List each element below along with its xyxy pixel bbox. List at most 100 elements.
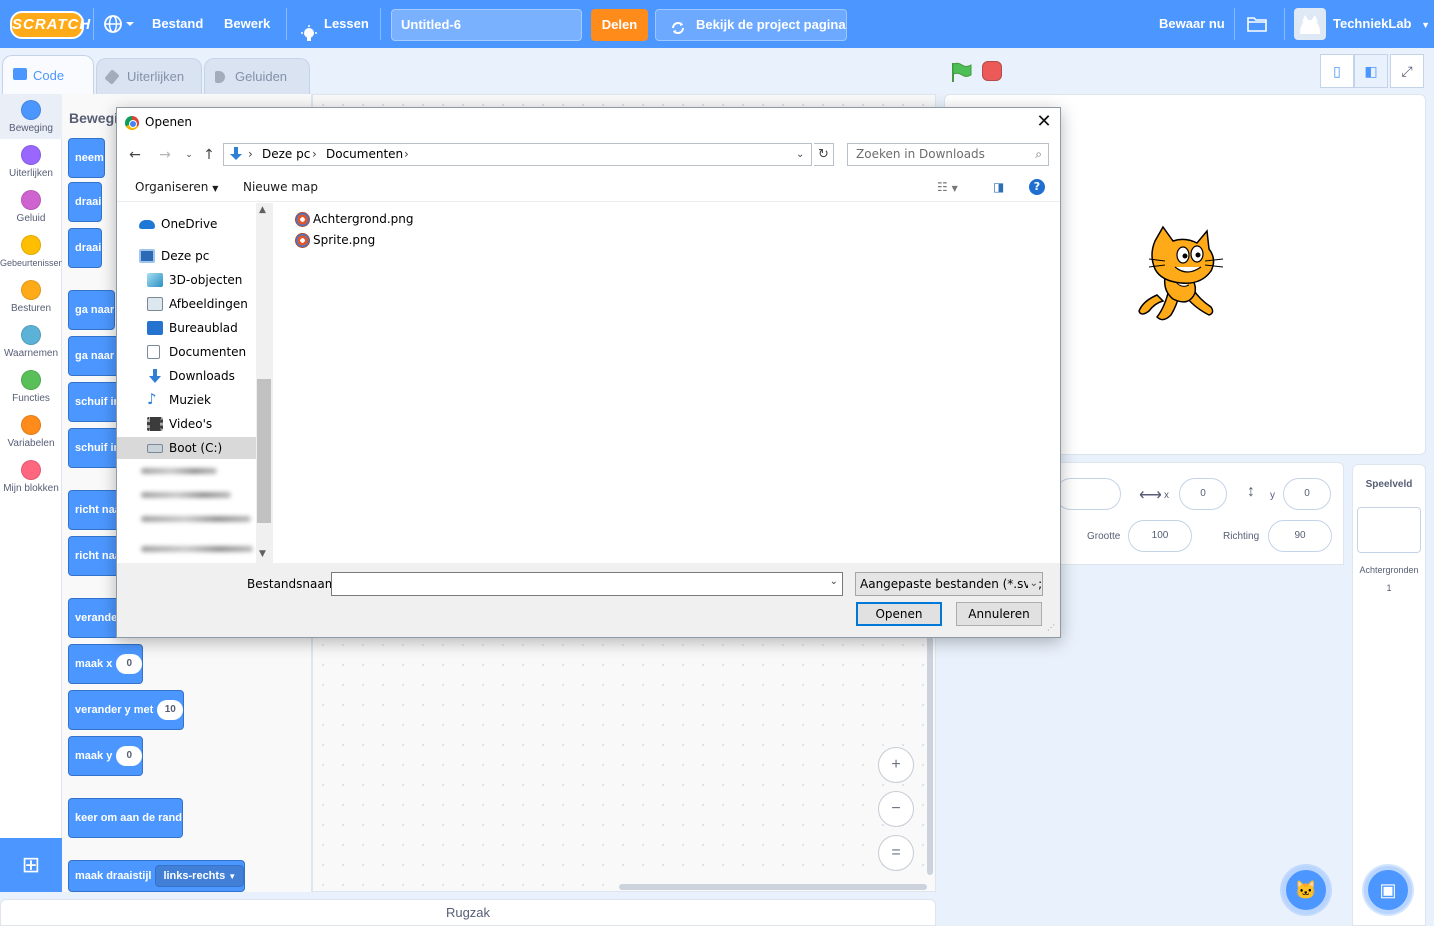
workspace-horizontal-scrollbar[interactable]: [619, 884, 927, 890]
preview-pane-icon[interactable]: ◨: [993, 180, 1004, 194]
block-set-x[interactable]: maak x0: [68, 644, 144, 684]
back-arrow-icon[interactable]: ←: [125, 145, 145, 165]
navigation-scrollbar[interactable]: ▲ ▼: [256, 203, 273, 563]
file-type-select[interactable]: Aangepaste bestanden (*.svg;*. ⌄: [855, 572, 1043, 596]
scrollbar-thumb[interactable]: [257, 379, 271, 523]
category-motion[interactable]: Beweging: [0, 94, 62, 139]
language-menu[interactable]: [102, 0, 136, 48]
breadcrumb-documents[interactable]: Documenten: [326, 144, 403, 165]
zoom-reset-button[interactable]: =: [878, 835, 914, 871]
close-icon[interactable]: ✕: [1032, 111, 1056, 135]
scroll-up-icon[interactable]: ▲: [259, 205, 266, 215]
block-glide-to-xy[interactable]: schuif in: [68, 428, 122, 468]
y-position-input[interactable]: 0: [1283, 478, 1331, 510]
account-menu[interactable]: TechniekLab ▼: [1333, 0, 1430, 48]
address-bar[interactable]: › Deze pc › Documenten › ⌄: [223, 143, 812, 166]
category-variables[interactable]: Variabelen: [0, 409, 62, 454]
block-go-to[interactable]: ga naar: [68, 290, 116, 330]
category-sound[interactable]: Geluid: [0, 184, 62, 229]
share-button[interactable]: Delen: [591, 9, 648, 41]
file-menu[interactable]: Bestand: [152, 0, 203, 48]
green-flag-button[interactable]: [950, 61, 972, 82]
nav-item-documents[interactable]: Documenten: [117, 341, 256, 363]
category-events[interactable]: Gebeurtenissen: [0, 229, 64, 274]
workspace-vertical-scrollbar[interactable]: [927, 615, 933, 875]
file-item[interactable]: Sprite.png: [295, 230, 375, 251]
category-sensing[interactable]: Waarnemen: [0, 319, 62, 364]
avatar[interactable]: [1294, 8, 1326, 40]
cancel-button[interactable]: Annuleren: [956, 602, 1042, 626]
search-input[interactable]: Zoeken in Downloads ⌕: [847, 143, 1049, 166]
up-arrow-icon[interactable]: ↑: [199, 145, 219, 165]
block-set-y[interactable]: maak y0: [68, 736, 144, 776]
small-stage-button[interactable]: ▯: [1320, 54, 1354, 88]
backdrop-thumbnail[interactable]: [1357, 507, 1421, 553]
help-icon[interactable]: ?: [1029, 179, 1045, 195]
number-input[interactable]: 0: [116, 746, 143, 767]
breadcrumb-this-pc[interactable]: Deze pc: [262, 144, 310, 165]
number-input[interactable]: 0: [116, 654, 143, 675]
category-looks[interactable]: Uiterlijken: [0, 139, 62, 184]
nav-item-downloads[interactable]: Downloads: [117, 365, 256, 387]
chevron-down-icon[interactable]: ⌄: [830, 576, 838, 587]
number-input[interactable]: 10: [157, 700, 184, 721]
block-glide-to[interactable]: schuif in: [68, 382, 122, 422]
view-options-icon[interactable]: ☷ ▼: [937, 180, 958, 194]
nav-item-boot-drive[interactable]: Boot (C:): [117, 437, 256, 459]
block-point-towards[interactable]: richt naa: [68, 536, 122, 576]
nav-item-desktop[interactable]: Bureaublad: [117, 317, 256, 339]
direction-input[interactable]: 90: [1268, 520, 1332, 552]
save-now-button[interactable]: Bewaar nu: [1159, 0, 1225, 48]
category-control[interactable]: Besturen: [0, 274, 62, 319]
backpack[interactable]: Rugzak: [0, 899, 936, 926]
nav-item-music[interactable]: ♪ Muziek: [117, 389, 256, 411]
scratch-logo[interactable]: SCRATCH: [10, 11, 90, 39]
fullscreen-button[interactable]: ⤢: [1390, 54, 1424, 88]
x-position-input[interactable]: 0: [1179, 478, 1227, 510]
resize-grip-icon[interactable]: ⋰: [1047, 623, 1055, 632]
file-list[interactable]: Achtergrond.png Sprite.png: [273, 203, 1060, 563]
scratch-cat-sprite[interactable]: [1135, 223, 1235, 327]
block-change-y[interactable]: verander y met 10: [68, 690, 185, 730]
filename-input[interactable]: ⌄: [331, 572, 843, 596]
file-item[interactable]: Achtergrond.png: [295, 209, 414, 230]
tab-costumes[interactable]: Uiterlijken: [96, 58, 202, 96]
block-change-x[interactable]: verander: [68, 598, 123, 638]
normal-stage-button[interactable]: ◧: [1354, 54, 1388, 88]
block-turn-right[interactable]: draai: [68, 182, 103, 222]
scroll-down-icon[interactable]: ▼: [259, 549, 266, 559]
project-title-input[interactable]: Untitled-6: [391, 9, 582, 41]
zoom-out-button[interactable]: −: [878, 791, 914, 827]
add-backdrop-button[interactable]: ▣: [1364, 866, 1412, 914]
stage-target-pane[interactable]: Speelveld Achtergronden 1: [1352, 464, 1426, 926]
block-bounce-on-edge[interactable]: keer om aan de rand: [68, 798, 183, 838]
block-point-direction[interactable]: richt naa: [68, 490, 122, 530]
tutorials-button[interactable]: Lessen: [298, 0, 369, 48]
zoom-in-button[interactable]: +: [878, 747, 914, 783]
category-my-blocks[interactable]: Mijn blokken: [0, 454, 62, 499]
recent-locations-chevron-icon[interactable]: ⌄: [179, 145, 199, 165]
new-folder-button[interactable]: Nieuwe map: [243, 180, 318, 194]
refresh-button[interactable]: ↻: [814, 143, 834, 166]
nav-item-this-pc[interactable]: Deze pc: [117, 245, 256, 267]
address-dropdown-icon[interactable]: ⌄: [796, 144, 804, 165]
see-project-page-button[interactable]: Bekijk de project pagina: [655, 9, 847, 41]
block-turn-left[interactable]: draai: [68, 228, 103, 268]
add-sprite-button[interactable]: 🐱: [1282, 866, 1330, 914]
stop-button[interactable]: [982, 61, 1002, 81]
block-move-steps[interactable]: neem: [68, 138, 105, 178]
dialog-titlebar[interactable]: Openen ✕: [117, 108, 1060, 138]
size-input[interactable]: 100: [1128, 520, 1192, 552]
tab-sounds[interactable]: Geluiden: [204, 58, 310, 96]
nav-item-videos[interactable]: Video's: [117, 413, 256, 435]
category-operators[interactable]: Functies: [0, 364, 62, 409]
block-set-rotation-style[interactable]: maak draaistijl links-rechts ▼: [68, 860, 246, 892]
my-stuff-button[interactable]: [1246, 0, 1270, 48]
organize-menu[interactable]: Organiseren ▼: [135, 180, 218, 194]
open-button[interactable]: Openen: [856, 602, 942, 626]
nav-item-onedrive[interactable]: OneDrive: [117, 213, 256, 235]
add-extension-button[interactable]: ⊞: [0, 838, 62, 892]
nav-item-pictures[interactable]: Afbeeldingen: [117, 293, 256, 315]
forward-arrow-icon[interactable]: →: [155, 145, 175, 165]
sprite-name-input[interactable]: [1055, 478, 1121, 510]
